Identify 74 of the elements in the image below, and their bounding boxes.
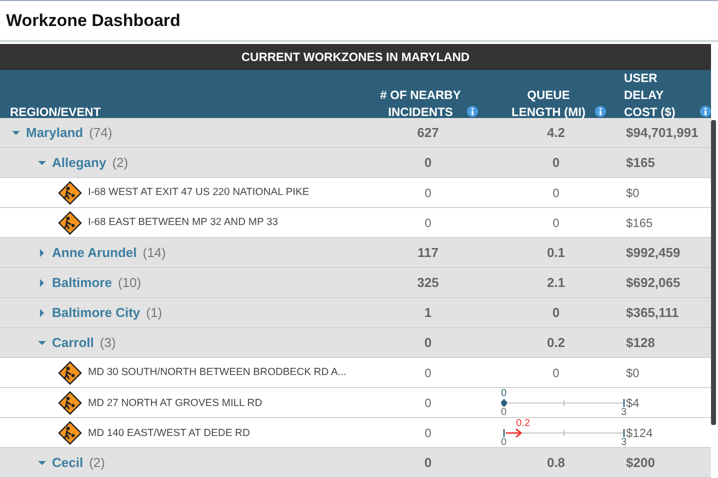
column-header[interactable]: QUEUE LENGTH (MI)	[506, 87, 590, 121]
collapse-caret-icon[interactable]	[38, 338, 46, 346]
incident-count: 0	[424, 186, 432, 200]
worker-sign-icon	[58, 391, 82, 415]
incident-count: 0	[424, 396, 432, 410]
column-header[interactable]: # OF NEARBY INCIDENTS	[378, 87, 462, 121]
incident-count: 117	[416, 245, 440, 260]
queue-length: 0.1	[546, 245, 566, 260]
delay-cost: $128	[625, 335, 656, 350]
queue-length: 0	[552, 216, 560, 230]
event-count: (2)	[112, 155, 128, 170]
event-name[interactable]: MD 30 SOUTH/NORTH BETWEEN BRODBECK RD A...	[88, 367, 346, 378]
delay-cost: $200	[625, 455, 656, 470]
delay-cost: $165	[625, 155, 656, 170]
event-count: (3)	[100, 335, 116, 350]
collapse-caret-icon[interactable]	[12, 128, 20, 136]
axis-min: 0	[501, 438, 507, 448]
worker-sign-icon	[58, 210, 82, 234]
incident-count: 627	[416, 125, 440, 140]
worker-sign-icon	[58, 421, 82, 445]
delay-cost: $0	[625, 366, 640, 380]
incident-count: 0	[424, 426, 432, 440]
app-title: Workzone Dashboard	[6, 10, 180, 30]
incident-count: 0	[423, 155, 433, 170]
expand-caret-icon[interactable]	[38, 248, 46, 256]
expand-caret-icon[interactable]	[38, 278, 46, 286]
delay-cost: $365,111	[625, 305, 680, 320]
queue-length: 0	[552, 366, 560, 380]
event-name[interactable]: MD 140 EAST/WEST AT DEDE RD	[88, 428, 250, 438]
column-header[interactable]: USER DELAY COST ($)	[624, 70, 696, 121]
collapse-caret-icon[interactable]	[38, 158, 46, 166]
expand-caret-icon[interactable]	[38, 308, 46, 316]
info-icon[interactable]	[700, 106, 711, 117]
queue-length: 4.2	[546, 125, 566, 140]
table-title: CURRENT WORKZONES IN MARYLAND	[0, 44, 711, 70]
delay-cost: $0	[625, 186, 640, 200]
delay-cost: $94,701,991	[625, 125, 700, 140]
collapse-caret-icon[interactable]	[38, 458, 46, 466]
incident-count: 325	[416, 275, 440, 290]
queue-length: 0.8	[546, 455, 566, 470]
axis-min: 0	[501, 408, 507, 418]
queue-value: 0	[501, 389, 507, 399]
incident-count: 0	[423, 455, 433, 470]
column-header[interactable]: REGION/EVENT	[10, 104, 101, 121]
queue-length: 0.2	[546, 335, 566, 350]
delay-cost: $124	[626, 426, 654, 440]
event-name[interactable]: I-68 WEST AT EXIT 47 US 220 NATIONAL PIKE	[88, 187, 310, 198]
event-name[interactable]: I-68 EAST BETWEEN MP 32 AND MP 33	[88, 217, 278, 228]
worker-sign-icon	[58, 360, 82, 384]
queue-length: 0	[552, 186, 560, 200]
queue-length: 2.1	[546, 275, 566, 290]
delay-cost: $4	[626, 396, 640, 410]
info-icon[interactable]	[594, 106, 606, 117]
event-count: (14)	[142, 245, 166, 260]
incident-count: 0	[424, 216, 432, 230]
worker-sign-icon	[58, 180, 82, 204]
event-count: (74)	[89, 125, 112, 140]
info-icon[interactable]	[466, 106, 478, 117]
incident-count: 0	[424, 366, 432, 380]
event-count: (10)	[118, 275, 142, 290]
event-count: (2)	[89, 455, 105, 470]
queue-length: 0	[551, 155, 561, 170]
incident-count: 1	[423, 305, 433, 320]
axis-max: 3	[621, 408, 627, 418]
delay-cost: $165	[625, 216, 654, 230]
scrollbar[interactable]	[711, 120, 716, 425]
queue-length: 0	[551, 305, 561, 320]
event-name[interactable]: MD 27 NORTH AT GROVES MILL RD	[88, 398, 262, 408]
incident-count: 0	[423, 335, 433, 350]
axis-max: 3	[621, 438, 627, 448]
delay-cost: $992,459	[625, 245, 682, 260]
delay-cost: $692,065	[625, 275, 682, 290]
event-count: (1)	[146, 305, 162, 320]
queue-value: 0.2	[516, 419, 530, 429]
